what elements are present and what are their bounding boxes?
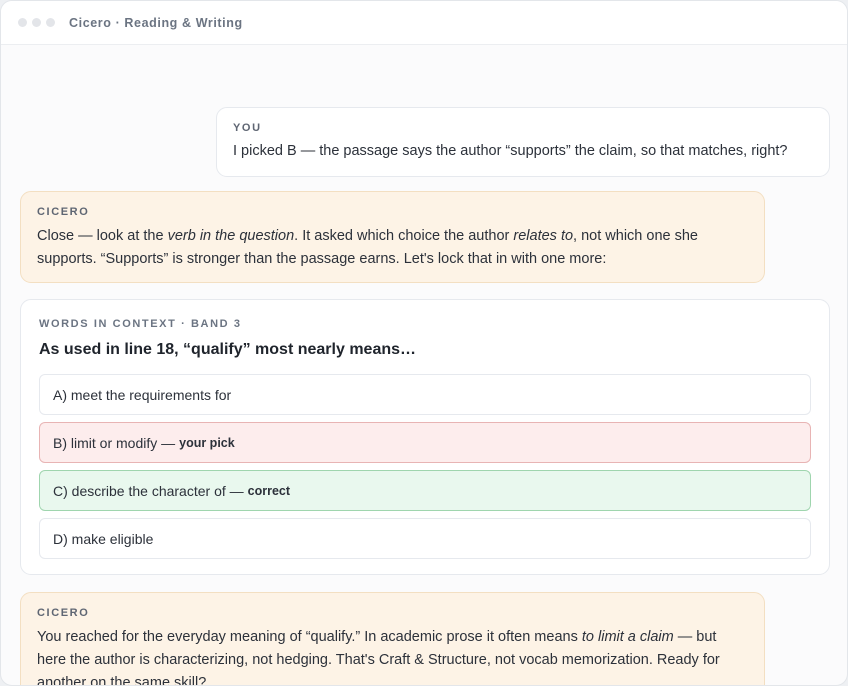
emphasis-text: verb in the question [167,228,295,244]
emphasis-text: relates to [513,228,574,244]
option-text: B) limit or modify — [53,434,176,451]
question-card: WORDS IN CONTEXT · BAND 3 As used in lin… [20,299,830,575]
title-bar: Cicero · Reading & Writing [1,1,847,45]
option-text: A) meet the requirements for [53,386,232,403]
minimize-window-dot-icon[interactable] [32,18,41,27]
assistant-message: CICERO Close — look at the verb in the q… [20,191,765,283]
close-window-dot-icon[interactable] [18,18,27,27]
text-run: You reached for the everyday meaning of … [37,629,582,645]
answer-option-c[interactable]: C) describe the character of — correct [39,470,811,511]
emphasis-text: to limit a claim [581,629,674,645]
speaker-label: YOU [233,122,262,134]
option-text: D) make eligible [53,530,154,547]
message-text: You reached for the everyday meaning of … [37,626,748,685]
answer-option-a[interactable]: A) meet the requirements for [39,374,811,415]
question-text: As used in line 18, “qualify” most nearl… [39,341,417,358]
message-text: I picked B — the passage says the author… [233,143,788,159]
text-run: Close — look at the [37,228,168,244]
message-text: Close — look at the verb in the question… [37,225,748,271]
answer-options: A) meet the requirements for B) limit or… [39,374,811,559]
assistant-message: CICERO You reached for the everyday mean… [20,592,765,685]
app-window: Cicero · Reading & Writing YOU I picked … [0,0,848,686]
speaker-label: CICERO [37,607,90,619]
answer-option-d[interactable]: D) make eligible [39,518,811,559]
your-pick-tag: your pick [179,435,235,450]
window-controls [18,18,55,27]
speaker-label: CICERO [37,206,90,218]
window-title: Cicero · Reading & Writing [69,15,243,30]
option-text: C) describe the character of — [53,482,244,499]
question-category-label: WORDS IN CONTEXT · BAND 3 [39,318,242,330]
answer-option-b[interactable]: B) limit or modify — your pick [39,422,811,463]
user-message: YOU I picked B — the passage says the au… [216,107,830,177]
correct-tag: correct [247,483,291,498]
maximize-window-dot-icon[interactable] [46,18,55,27]
text-run: . It asked which choice the author [294,228,514,244]
